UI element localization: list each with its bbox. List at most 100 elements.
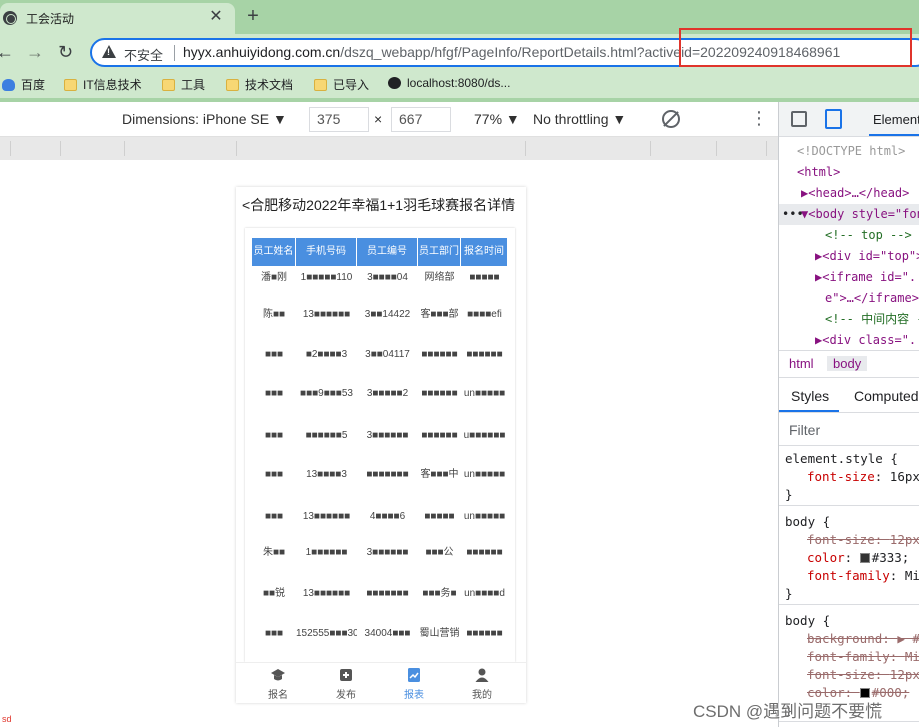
dom-node[interactable]: ▶<head>…</head> [779,183,919,204]
dom-node-text: <!-- 中间内容 --> [825,312,919,326]
folder-icon [314,79,327,91]
globe-icon [388,77,401,89]
tab-computed[interactable]: Computed [854,388,919,404]
watermark: CSDN @遇到问题不要慌 [693,702,883,721]
report-icon [408,668,420,682]
back-icon[interactable]: < [242,197,250,213]
style-declaration[interactable]: color: #333; [807,549,909,567]
inspect-element-icon[interactable] [791,111,807,127]
dom-node[interactable]: <!-- top --> [779,225,919,246]
new-tab-button[interactable]: + [242,3,264,29]
tab-report[interactable]: 报表 [394,667,434,701]
tab-styles[interactable]: Styles [791,388,829,404]
back-button[interactable]: ← [0,40,16,64]
breadcrumb-body[interactable]: body [827,356,868,371]
style-property: font-size [807,469,875,484]
table-cell: 34004■■■ [364,628,411,639]
style-declaration[interactable]: font-size: 16px; [807,468,919,486]
throttling-select[interactable]: No throttling ▼ [533,111,626,127]
bookmark-folder-tools[interactable]: 工具 [162,76,205,93]
more-options-icon[interactable]: ⋮ [750,108,768,128]
bookmark-folder-imported[interactable]: 已导入 [314,76,369,93]
breadcrumb-html[interactable]: html [789,356,814,371]
style-declaration[interactable]: font-size: 12px; [807,666,919,684]
bookmark-baidu[interactable]: 百度 [2,76,45,93]
insecure-label[interactable]: 不安全 [124,45,163,64]
dom-node-text: ▶<div class="..."> [815,333,919,347]
styles-filter[interactable]: Filter [779,414,919,446]
style-declaration[interactable]: font-family: Microsoft YaHei; [807,567,919,585]
tab-label: 报表 [404,690,424,701]
dom-node[interactable]: ▼<body style="font-size: 16px;">••• [779,204,919,225]
style-declaration[interactable]: font-size: 12px; [807,531,919,549]
active-tab-indicator [779,410,839,412]
tab-label: 报名 [268,690,288,701]
tab-signup[interactable]: 报名 [258,667,298,701]
dom-node[interactable]: <!DOCTYPE html> [779,141,919,162]
style-property: color [807,550,845,565]
tab-label: 发布 [336,690,356,701]
table-cell: ■■■■■■ [421,388,458,399]
table-cell: un■■■■■ [463,511,506,522]
table-cell: ■■■■■■ [421,349,458,360]
bookmark-label: 工具 [181,78,206,92]
more-dots-icon[interactable]: ••• [782,204,804,225]
filter-input[interactable]: Filter [789,422,820,438]
table-cell: 蜀山营销中心 [419,628,460,639]
tab-publish[interactable]: 发布 [326,667,366,701]
rule-selector[interactable]: body { [785,612,830,630]
style-declaration[interactable]: font-family: Microsoft YaHei; [807,648,919,666]
device-toggle-icon[interactable] [825,109,842,129]
device-select[interactable]: Dimensions: iPhone SE ▼ [122,111,287,127]
rule-selector[interactable]: body { [785,513,830,531]
breadcrumb: html body [779,350,919,378]
table-cell: ■■■ [264,469,284,480]
table-cell: ■■■■■ [469,272,500,283]
style-declaration[interactable]: background: ▶ #fff; [807,630,919,648]
rule-selector[interactable]: element.style { [785,450,898,468]
style-colon: : [874,667,890,682]
color-swatch-icon[interactable] [859,553,870,563]
close-icon[interactable]: ✕ [206,7,226,27]
dom-tree: <!DOCTYPE html> <html> ▶<head>…</head> ▼<bo… [779,138,919,350]
media-query-ruler[interactable] [0,137,778,160]
width-input[interactable]: 375 [309,107,369,132]
forward-button[interactable]: → [26,40,46,64]
zoom-select[interactable]: 77% ▼ [474,111,520,127]
tab-mine[interactable]: 我的 [462,667,502,701]
height-input[interactable]: 667 [391,107,451,132]
bookmark-folder-it[interactable]: IT信息技术 [64,76,142,93]
ruler-tick [650,141,651,156]
ruler-tick [236,141,237,156]
warning-icon[interactable] [102,45,116,58]
dom-node[interactable]: ▶<div class="..."> [779,330,919,351]
dom-node[interactable]: <html> [779,162,919,183]
tab-elements[interactable]: Elements [873,112,919,127]
browser-tab[interactable]: 工会活动 ✕ [0,3,235,34]
dom-node[interactable]: <!-- 中间内容 --> [779,309,919,330]
dom-node[interactable]: ▶<div id="top"> [779,246,919,267]
bookmarks-bar: 百度 IT信息技术 工具 技术文档 已导入 localhost:8080/ds.… [0,70,919,98]
table-row: ■■锐 13■■■■■■ ■■■■■■■ ■■■务■ un■■■■d [252,584,508,604]
bookmark-folder-docs[interactable]: 技术文档 [226,76,293,93]
style-colon: : [874,469,890,484]
dom-node-text: e">…</iframe> [825,291,919,305]
table-cell: 13■■■■3 [306,469,347,480]
bookmark-localhost[interactable]: localhost:8080/ds... [388,76,510,90]
tab-title: 工会活动 [26,12,75,26]
table-cell: ■■■ [264,628,284,639]
dom-node-text: <!-- top --> [825,228,912,242]
rotate-icon[interactable] [662,110,680,128]
table-cell: ■■■■■■5 [305,430,348,441]
reload-button[interactable]: ↻ [58,40,80,64]
dom-node[interactable]: e">…</iframe> [779,288,919,309]
table-cell: 13■■■■■■ [302,309,351,320]
table-cell: ■■■■■■ [466,547,503,558]
table-cell: un■■■■d [464,588,505,599]
table-cell: 3■■■■■2 [366,388,409,399]
page-title: <合肥移动2022年幸福1+1羽毛球赛报名详情 [242,195,515,215]
dom-node-text: <html> [797,165,841,179]
graduation-cap-icon [271,669,285,681]
dom-node[interactable]: ▶<iframe id="..." [779,267,919,288]
bookmark-label: 百度 [21,78,46,92]
